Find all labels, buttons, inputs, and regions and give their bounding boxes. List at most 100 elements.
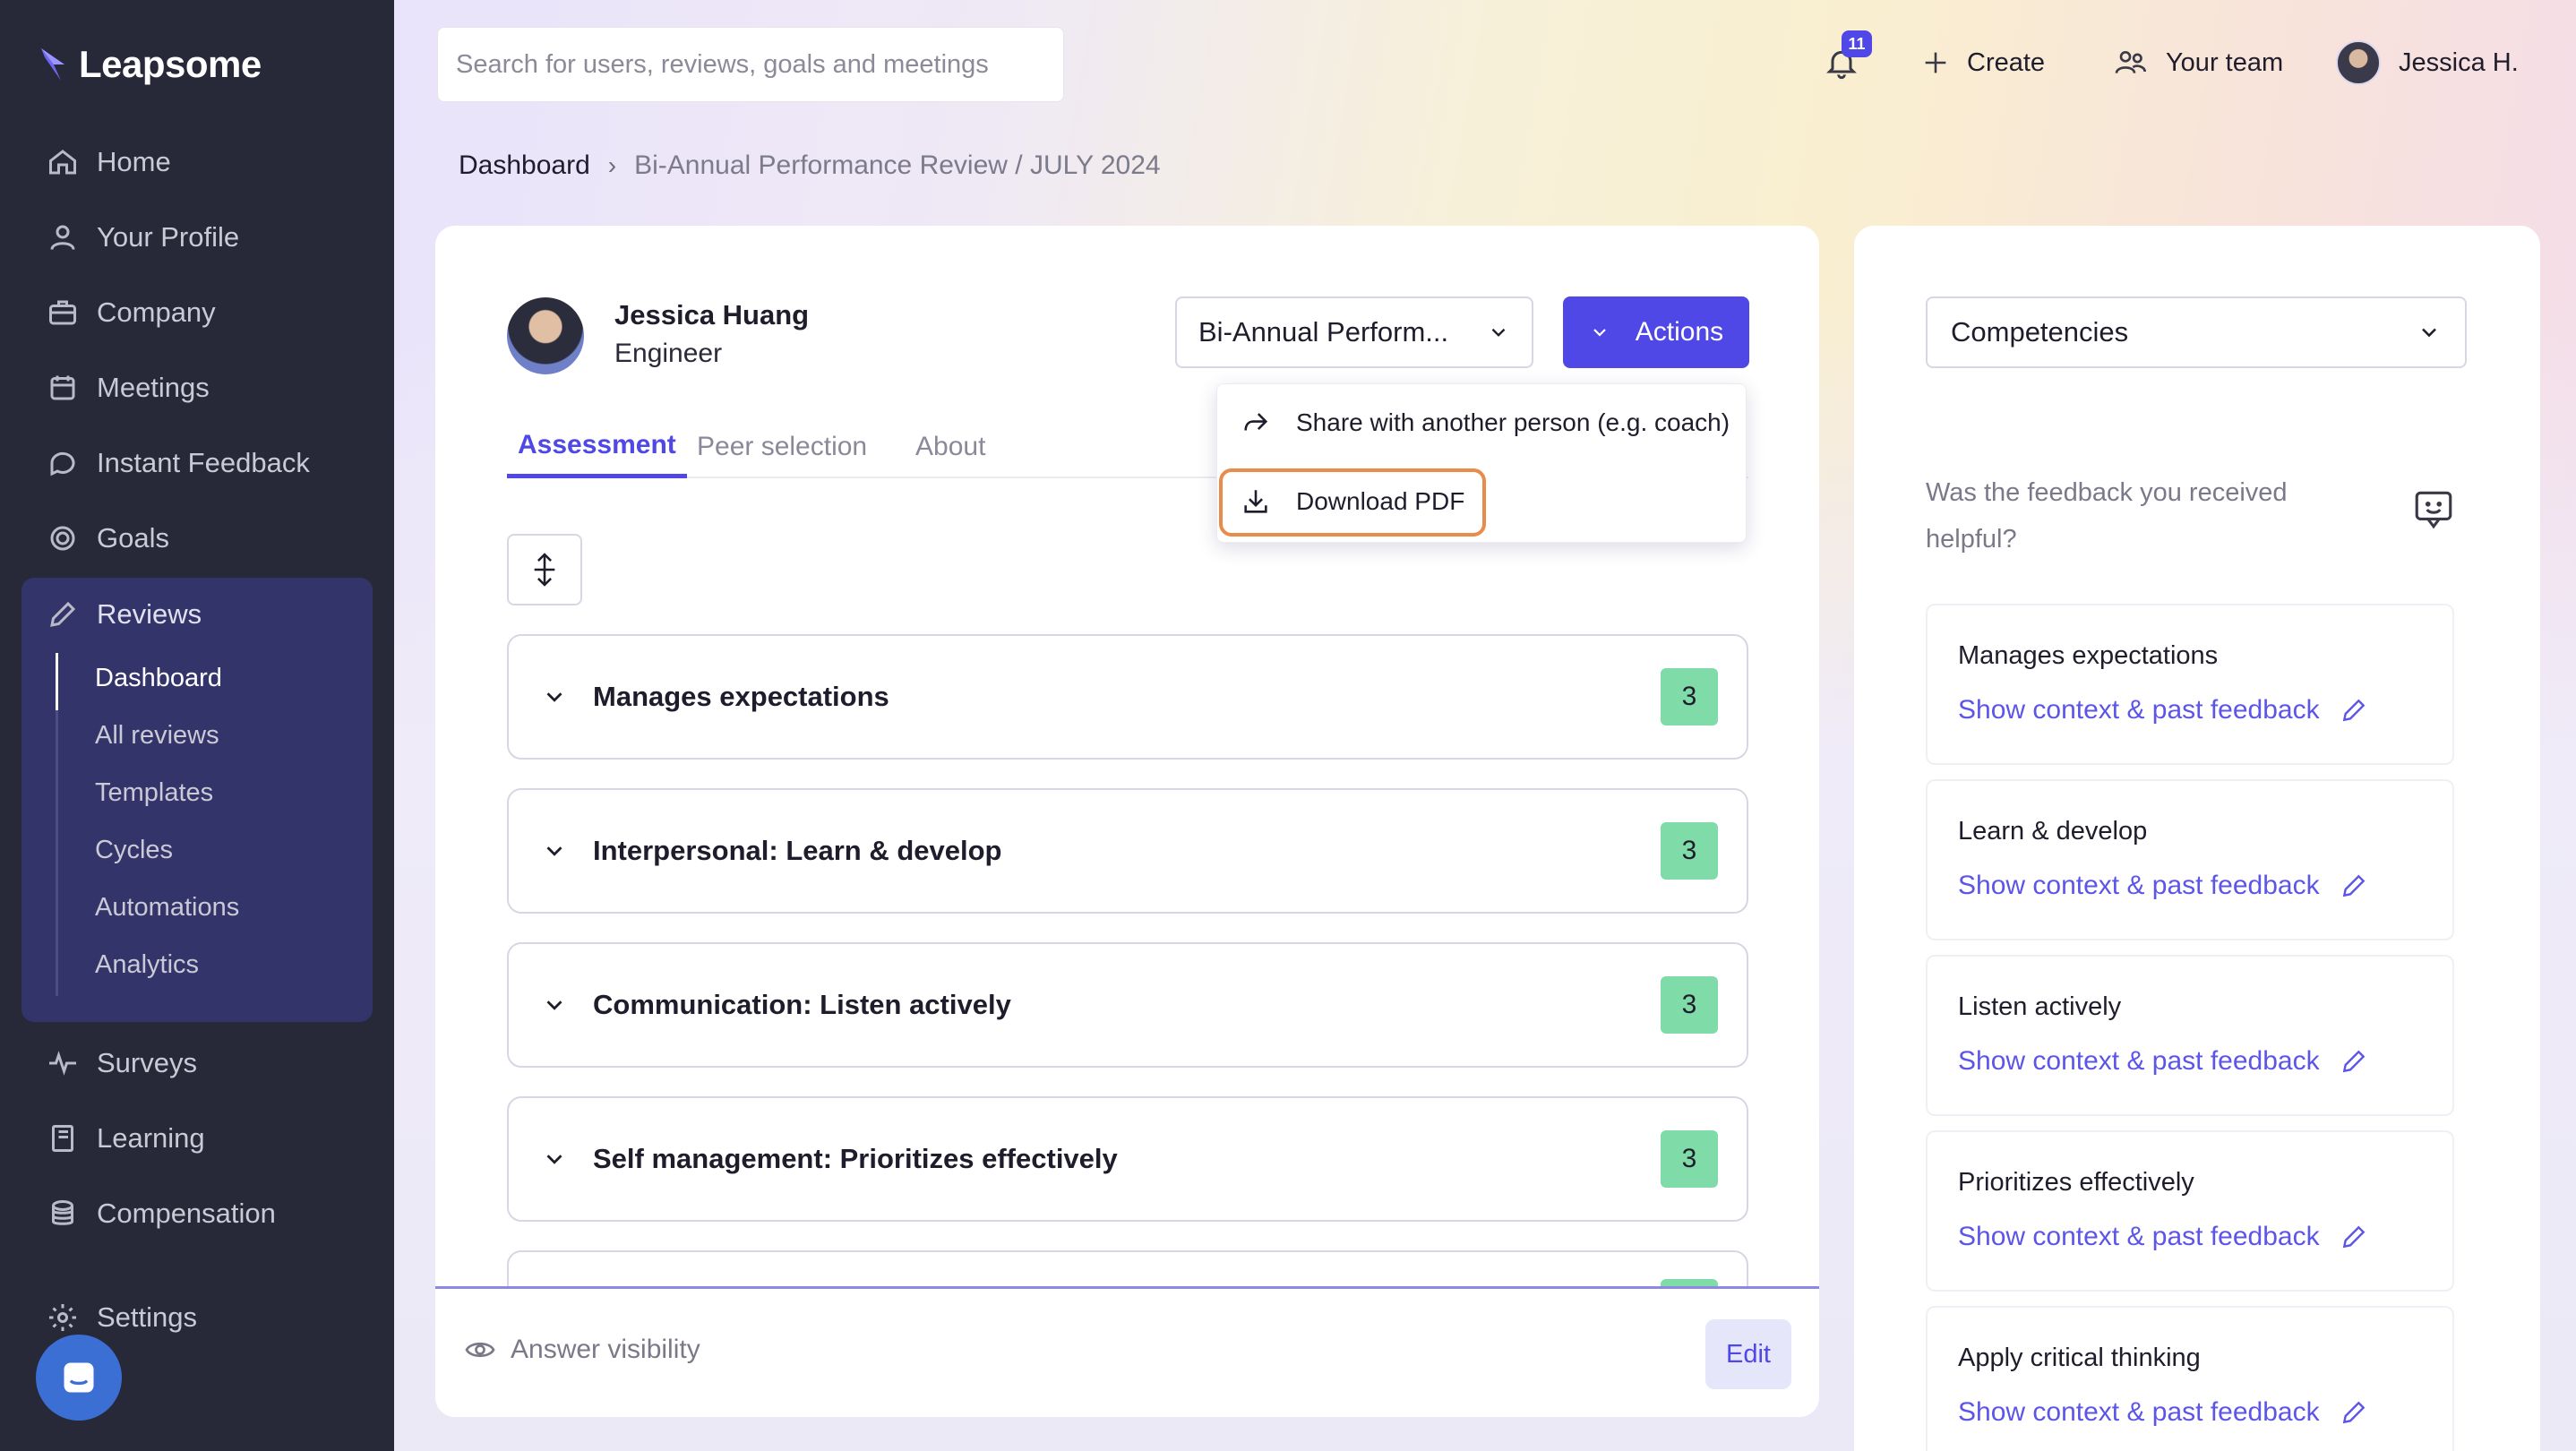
support-chat-button[interactable] [36,1335,122,1421]
subnav-templates[interactable]: Templates [95,778,213,808]
feedback-question: Was the feedback you received helpful? [1926,478,2288,554]
sidebar-item-label: Instant Feedback [97,447,310,478]
competency-card: Learn & develop Show context & past feed… [1926,779,2454,940]
actions-menu: Share with another person (e.g. coach) D… [1216,383,1747,543]
competency-card-title: Listen actively [1958,992,2122,1021]
sidebar: Leapsome Home Your Profile Company Meeti… [0,0,394,1451]
show-context-link[interactable]: Show context & past feedback [1958,871,2368,901]
subnav-active-indicator [56,653,58,710]
sidebar-item-settings[interactable]: Settings [47,1295,197,1340]
competencies-panel: Competencies Was the feedback you receiv… [1854,226,2540,1451]
competency-row[interactable]: Communication: Listen actively 3 [507,942,1748,1068]
subnav-cycles[interactable]: Cycles [95,836,173,865]
sidebar-item-label: Reviews [97,598,202,630]
pencil-icon [2342,699,2365,722]
profile-avatar [507,297,584,374]
sidebar-item-label: Home [97,146,171,177]
tab-assessment[interactable]: Assessment [507,416,687,478]
feedback-smiley-button[interactable] [2411,487,2456,537]
subnav-analytics[interactable]: Analytics [95,950,199,980]
plus-icon [1925,52,1946,73]
notifications-badge: 11 [1842,30,1872,57]
user-icon [50,225,75,250]
menu-item-share[interactable]: Share with another person (e.g. coach) [1241,408,1730,438]
review-cycle-select[interactable]: Bi-Annual Perform... [1175,296,1533,368]
expand-vertical-icon [534,553,555,587]
your-team-button[interactable]: Your team [2112,36,2283,90]
expand-collapse-button[interactable] [507,534,582,605]
sidebar-item-home[interactable]: Home [47,140,171,185]
show-context-label: Show context & past feedback [1958,1397,2320,1427]
competency-card: Manages expectations Show context & past… [1926,604,2454,765]
subnav-dashboard[interactable]: Dashboard [95,664,222,693]
show-context-link[interactable]: Show context & past feedback [1958,1222,2368,1252]
subnav-all-reviews[interactable]: All reviews [95,721,219,751]
create-button[interactable]: Create [1920,36,2045,90]
menu-item-label: Share with another person (e.g. coach) [1296,408,1730,436]
chat-widget-icon [64,1362,94,1393]
sidebar-item-label: Surveys [97,1047,197,1078]
sidebar-item-surveys[interactable]: Surveys [47,1041,197,1086]
tab-peer-selection[interactable]: Peer selection [697,416,867,478]
competency-score: 3 [1661,822,1718,880]
show-context-link[interactable]: Show context & past feedback [1958,695,2368,726]
sidebar-item-label: Meetings [97,372,210,403]
sidebar-item-instant-feedback[interactable]: Instant Feedback [47,441,310,485]
chevron-down-icon [546,692,562,702]
actions-label: Actions [1635,317,1724,347]
pencil-icon [2342,1401,2365,1424]
competency-card: Prioritizes effectively Show context & p… [1926,1130,2454,1292]
sidebar-item-goals[interactable]: Goals [47,516,169,561]
subnav-automations[interactable]: Automations [95,893,239,923]
sidebar-item-label: Compensation [97,1198,276,1229]
sidebar-item-compensation[interactable]: Compensation [47,1191,276,1236]
competency-card: Apply critical thinking Show context & p… [1926,1306,2454,1451]
sidebar-item-reviews[interactable]: Reviews [47,592,202,637]
competencies-select[interactable]: Competencies [1926,296,2467,368]
review-cycle-value: Bi-Annual Perform... [1198,316,1449,348]
competency-row[interactable]: Self management: Prioritizes effectively… [507,1096,1748,1222]
show-context-link[interactable]: Show context & past feedback [1958,1046,2368,1077]
chevron-down-icon [1491,328,1506,337]
team-icon [2115,51,2146,74]
pencil-icon [2342,874,2365,897]
chat-icon [50,451,75,477]
chevron-down-icon [1593,329,1606,337]
search-placeholder: Search for users, reviews, goals and mee… [456,49,989,79]
competency-row[interactable]: Manages expectations 3 [507,634,1748,760]
competency-card-title: Manages expectations [1958,641,2219,670]
sidebar-item-profile[interactable]: Your Profile [47,215,239,260]
sidebar-item-label: Your Profile [97,221,240,253]
competency-row[interactable]: Interpersonal: Learn & develop 3 [507,788,1748,914]
leapsome-logo[interactable]: Leapsome [38,43,262,86]
brand-name: Leapsome [79,43,262,85]
show-context-link[interactable]: Show context & past feedback [1958,1397,2368,1428]
competency-card-title: Prioritizes effectively [1958,1168,2194,1197]
actions-button[interactable]: Actions [1563,296,1749,368]
your-team-label: Your team [2166,47,2284,77]
competency-card: Listen actively Show context & past feed… [1926,955,2454,1116]
show-context-label: Show context & past feedback [1958,1222,2320,1251]
competency-card-title: Learn & develop [1958,817,2148,846]
competencies-select-value: Competencies [1951,316,2129,348]
reviews-section: Reviews Dashboard All reviews Templates … [21,578,373,1022]
tab-about[interactable]: About [915,416,985,478]
sidebar-item-meetings[interactable]: Meetings [47,365,210,410]
answer-visibility-label: Answer visibility [511,1335,700,1364]
user-name: Jessica H. [2399,47,2519,77]
menu-item-download-pdf[interactable]: Download PDF [1241,486,1464,517]
gear-icon [49,1304,76,1331]
sidebar-item-label: Goals [97,522,169,554]
chevron-down-icon [546,1155,562,1164]
edit-button[interactable]: Edit [1705,1319,1791,1389]
smiley-chat-icon [2415,491,2452,529]
competency-title: Communication: Listen actively [593,989,1011,1020]
breadcrumb-root[interactable]: Dashboard [459,150,590,181]
search-input[interactable]: Search for users, reviews, goals and mee… [437,27,1064,102]
sidebar-item-company[interactable]: Company [47,290,216,335]
sidebar-item-learning[interactable]: Learning [47,1116,205,1161]
chevron-down-icon [546,846,562,856]
user-menu[interactable]: Jessica H. [2336,36,2519,90]
eye-icon [465,1342,495,1358]
answer-visibility[interactable]: Answer visibility [464,1334,700,1366]
